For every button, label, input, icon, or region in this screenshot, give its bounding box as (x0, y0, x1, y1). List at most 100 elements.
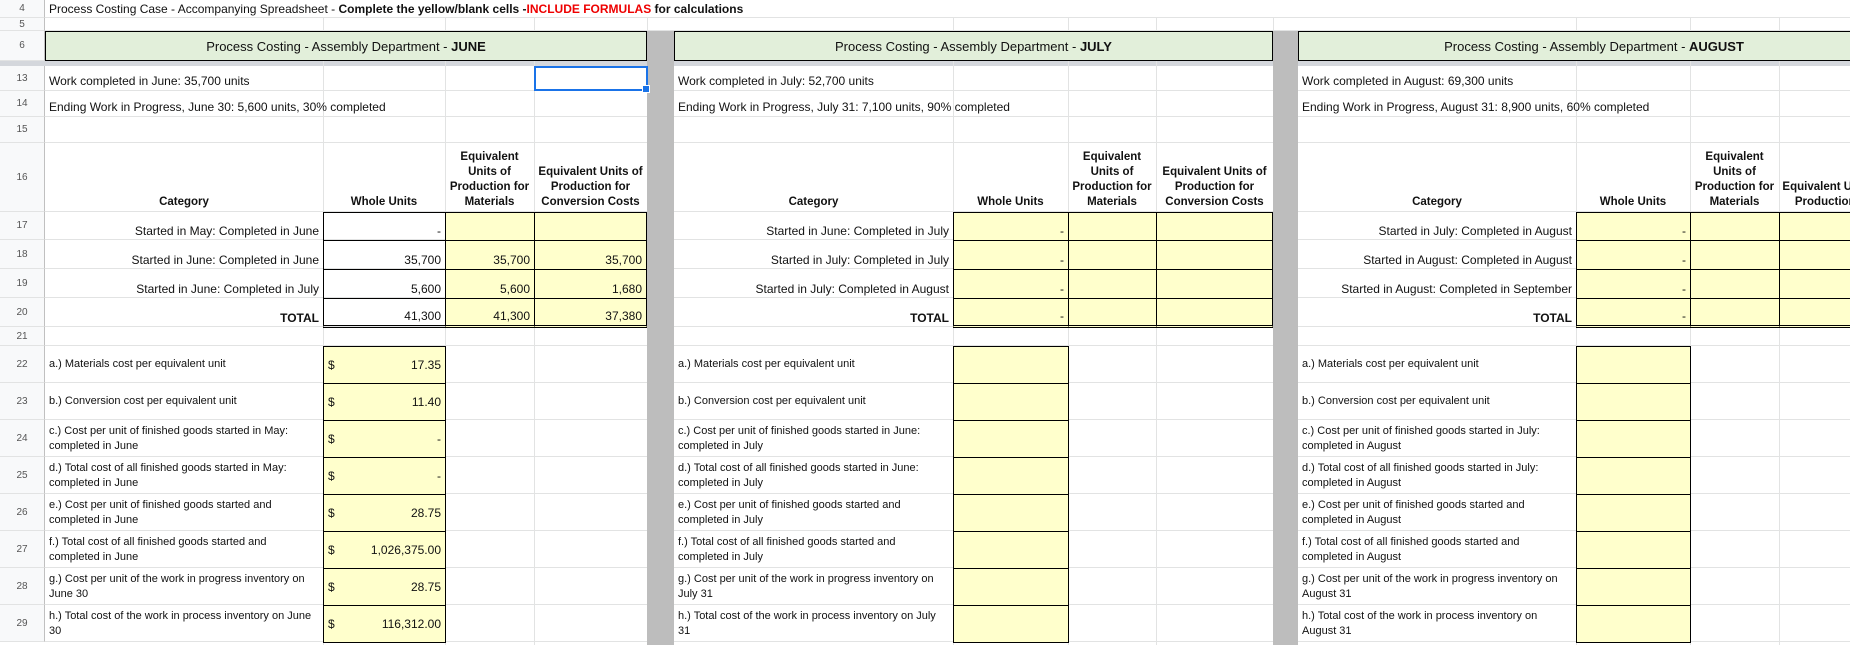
category-cell[interactable]: Started in July: Completed in July (674, 240, 953, 269)
question-label[interactable]: h.) Total cost of the work in process in… (1298, 605, 1576, 642)
conversion-eu-cell[interactable]: 37,380 (534, 298, 647, 328)
row-header[interactable]: 26 (0, 494, 45, 531)
row-header[interactable]: 24 (0, 420, 45, 457)
total-label[interactable]: TOTAL (1298, 298, 1576, 327)
materials-eu-cell[interactable] (1690, 269, 1780, 299)
answer-cell[interactable]: $116,312.00 (323, 605, 446, 643)
category-cell[interactable]: Started in July: Completed in August (674, 269, 953, 298)
category-cell[interactable]: Started in August: Completed in Septembe… (1298, 269, 1576, 298)
question-label[interactable]: e.) Cost per unit of finished goods star… (674, 494, 953, 531)
materials-eu-cell[interactable] (445, 212, 535, 241)
answer-cell[interactable] (953, 531, 1069, 569)
panel-header[interactable]: Process Costing - Assembly Department - … (1298, 31, 1850, 61)
total-label[interactable]: TOTAL (45, 298, 323, 327)
whole-units-cell[interactable]: - (953, 298, 1069, 328)
conversion-eu-cell[interactable] (1779, 269, 1850, 299)
answer-cell[interactable] (1576, 531, 1691, 569)
question-label[interactable]: a.) Materials cost per equivalent unit (45, 346, 323, 383)
category-cell[interactable]: Started in August: Completed in August (1298, 240, 1576, 269)
category-cell[interactable]: Started in May: Completed in June (45, 212, 323, 240)
whole-units-cell[interactable]: - (953, 240, 1069, 270)
conversion-eu-cell[interactable] (1779, 240, 1850, 270)
answer-cell[interactable]: $1,026,375.00 (323, 531, 446, 569)
row-header[interactable]: 17 (0, 212, 45, 240)
materials-eu-cell[interactable] (1690, 240, 1780, 270)
materials-eu-cell[interactable] (1068, 212, 1157, 241)
conversion-eu-cell[interactable] (1156, 212, 1273, 241)
question-label[interactable]: b.) Conversion cost per equivalent unit (674, 383, 953, 420)
question-label[interactable]: e.) Cost per unit of finished goods star… (1298, 494, 1576, 531)
answer-cell[interactable] (953, 383, 1069, 421)
answer-cell[interactable]: $11.40 (323, 383, 446, 421)
answer-cell[interactable]: $17.35 (323, 346, 446, 384)
question-label[interactable]: h.) Total cost of the work in process in… (674, 605, 953, 642)
work-completed-cell[interactable]: Work completed in July: 52,700 units (674, 66, 1174, 91)
row-header[interactable]: 25 (0, 457, 45, 494)
ending-wip-cell[interactable]: Ending Work in Progress, August 31: 8,90… (1298, 91, 1798, 117)
whole-units-cell[interactable]: - (1576, 269, 1691, 299)
conversion-eu-cell[interactable] (1779, 298, 1850, 328)
question-label[interactable]: d.) Total cost of all finished goods sta… (45, 457, 323, 494)
row-header[interactable]: 21 (0, 327, 45, 346)
row-header[interactable]: 14 (0, 91, 45, 117)
answer-cell[interactable] (1576, 383, 1691, 421)
question-label[interactable]: g.) Cost per unit of the work in progres… (674, 568, 953, 605)
materials-eu-cell[interactable]: 35,700 (445, 240, 535, 270)
materials-eu-cell[interactable] (1068, 269, 1157, 299)
whole-units-cell[interactable]: 41,300 (323, 298, 446, 328)
whole-units-header[interactable]: Whole Units (1576, 143, 1690, 212)
whole-units-cell[interactable]: - (1576, 212, 1691, 241)
materials-eu-cell[interactable] (1068, 240, 1157, 270)
question-label[interactable]: g.) Cost per unit of the work in progres… (45, 568, 323, 605)
answer-cell[interactable]: $28.75 (323, 568, 446, 606)
question-label[interactable]: b.) Conversion cost per equivalent unit (45, 383, 323, 420)
conversion-eu-cell[interactable] (534, 212, 647, 241)
category-cell[interactable]: Started in June: Completed in June (45, 240, 323, 269)
question-label[interactable]: f.) Total cost of all finished goods sta… (674, 531, 953, 568)
row-header[interactable]: 15 (0, 117, 45, 143)
conversion-eu-cell[interactable]: 1,680 (534, 269, 647, 299)
answer-cell[interactable] (1576, 457, 1691, 495)
conversion-eu-header[interactable]: Equivalent Units of Production for Conve… (1156, 143, 1273, 212)
whole-units-cell[interactable]: - (323, 212, 446, 241)
row-header[interactable]: 23 (0, 383, 45, 420)
conversion-eu-header[interactable]: Equivalent Units of Production for (1779, 143, 1850, 212)
question-label[interactable]: h.) Total cost of the work in process in… (45, 605, 323, 642)
question-label[interactable]: c.) Cost per unit of finished goods star… (45, 420, 323, 457)
answer-cell[interactable] (1576, 568, 1691, 606)
materials-eu-header[interactable]: Equivalent Units of Production for Mater… (1690, 143, 1779, 212)
answer-cell[interactable] (953, 420, 1069, 458)
whole-units-cell[interactable]: - (1576, 298, 1691, 328)
question-label[interactable]: f.) Total cost of all finished goods sta… (1298, 531, 1576, 568)
category-cell[interactable]: Started in June: Completed in July (45, 269, 323, 298)
materials-eu-cell[interactable] (1068, 298, 1157, 328)
row-header[interactable]: 13 (0, 66, 45, 91)
question-label[interactable]: c.) Cost per unit of finished goods star… (1298, 420, 1576, 457)
question-label[interactable]: d.) Total cost of all finished goods sta… (1298, 457, 1576, 494)
row-header[interactable]: 16 (0, 143, 45, 212)
question-label[interactable]: c.) Cost per unit of finished goods star… (674, 420, 953, 457)
answer-cell[interactable] (1576, 420, 1691, 458)
row-header[interactable]: 20 (0, 298, 45, 327)
answer-cell[interactable]: $ - (323, 420, 446, 458)
row-header[interactable]: 22 (0, 346, 45, 383)
conversion-eu-cell[interactable] (1779, 212, 1850, 241)
work-completed-cell[interactable]: Work completed in June: 35,700 units (45, 66, 545, 91)
materials-eu-header[interactable]: Equivalent Units of Production for Mater… (1068, 143, 1156, 212)
row-header[interactable]: 18 (0, 240, 45, 269)
conversion-eu-cell[interactable]: 35,700 (534, 240, 647, 270)
materials-eu-cell[interactable] (1690, 298, 1780, 328)
whole-units-cell[interactable]: - (953, 269, 1069, 299)
materials-eu-cell[interactable] (1690, 212, 1780, 241)
question-label[interactable]: a.) Materials cost per equivalent unit (1298, 346, 1576, 383)
work-completed-cell[interactable]: Work completed in August: 69,300 units (1298, 66, 1798, 91)
answer-cell[interactable] (953, 346, 1069, 384)
question-label[interactable]: d.) Total cost of all finished goods sta… (674, 457, 953, 494)
ending-wip-cell[interactable]: Ending Work in Progress, June 30: 5,600 … (45, 91, 545, 117)
category-header[interactable]: Category (674, 143, 953, 212)
row-header[interactable]: 29 (0, 605, 45, 642)
whole-units-cell[interactable]: 35,700 (323, 240, 446, 270)
panel-header[interactable]: Process Costing - Assembly Department - … (45, 31, 647, 61)
row-header[interactable]: 27 (0, 531, 45, 568)
row-header[interactable]: 5 (0, 18, 45, 31)
